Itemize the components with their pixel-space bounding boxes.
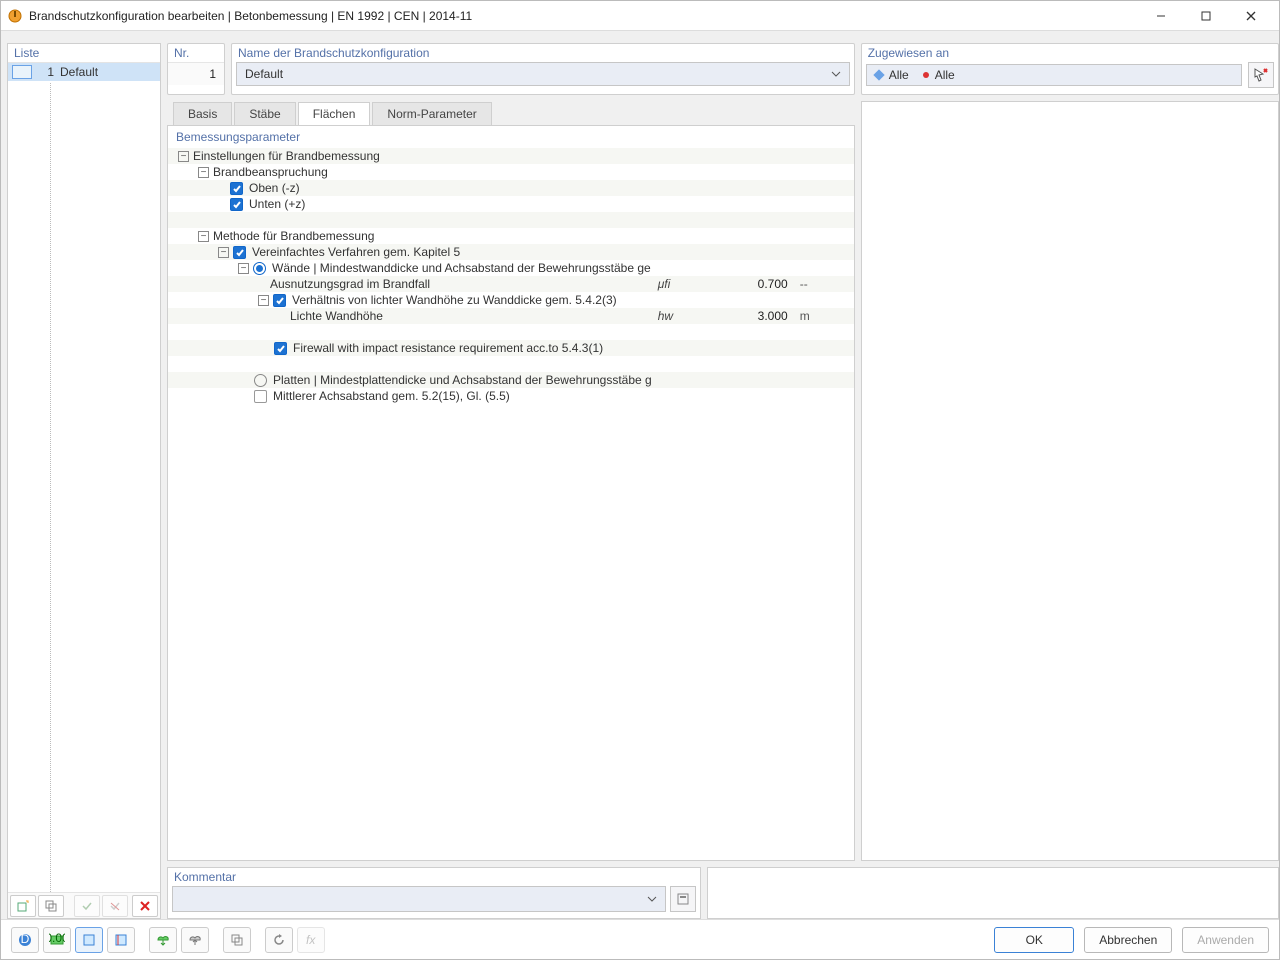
tab-norm-parameter[interactable]: Norm-Parameter (372, 102, 491, 125)
value-hw[interactable]: 3.000 (722, 309, 794, 323)
preview-panel (861, 101, 1279, 861)
apply-button[interactable]: Anwenden (1182, 927, 1269, 953)
tab-basis[interactable]: Basis (173, 102, 232, 125)
comment-header: Kommentar (168, 868, 700, 886)
checkbox-mean-axis[interactable] (254, 390, 267, 403)
value-mu-fi[interactable]: 0.700 (722, 277, 794, 291)
comment-pick-button[interactable] (670, 886, 696, 912)
tab-stabe[interactable]: Stäbe (234, 102, 295, 125)
checkbox-firewall[interactable] (274, 342, 287, 355)
list-item-color-icon (12, 65, 32, 79)
comment-combo[interactable] (172, 886, 666, 912)
new-item-button[interactable] (10, 895, 36, 917)
cancel-button[interactable]: Abbrechen (1084, 927, 1172, 953)
checkbox-oben[interactable] (230, 182, 243, 195)
name-combo[interactable]: Default (236, 62, 850, 86)
checkbox-simplified[interactable] (233, 246, 246, 259)
list-item-number: 1 (40, 65, 54, 79)
list-body[interactable]: 1 Default (8, 63, 160, 892)
window-title: Brandschutzkonfiguration bearbeiten | Be… (29, 9, 1138, 23)
parameter-tree[interactable]: −Einstellungen für Brandbemessung −Brand… (168, 148, 854, 860)
footer-import-button[interactable] (181, 927, 209, 953)
svg-text:D: D (21, 932, 30, 946)
name-header: Name der Brandschutzkonfiguration (232, 44, 854, 62)
exclude-button[interactable] (102, 895, 128, 917)
footer-fx-button[interactable]: fx (297, 927, 325, 953)
collapse-icon[interactable]: − (198, 167, 209, 178)
close-button[interactable] (1228, 2, 1273, 30)
assigned-field[interactable]: Alle Alle (866, 64, 1242, 86)
nr-header: Nr. (168, 44, 224, 62)
footer-export-button[interactable] (149, 927, 177, 953)
delete-item-button[interactable] (132, 895, 158, 917)
svg-text:fx: fx (306, 933, 316, 947)
svg-text:0.00: 0.00 (49, 932, 65, 945)
assigned-header: Zugewiesen an (862, 44, 1278, 62)
tab-flachen[interactable]: Flächen (298, 102, 371, 125)
minimize-button[interactable] (1138, 2, 1183, 30)
app-icon (7, 8, 23, 24)
assigned-value-2: Alle (935, 68, 955, 82)
copy-item-button[interactable] (38, 895, 64, 917)
footer-units-button[interactable]: 0.00 (43, 927, 71, 953)
name-value: Default (245, 67, 283, 81)
chevron-down-icon (831, 69, 841, 79)
footer-view1-button[interactable] (75, 927, 103, 953)
list-item[interactable]: 1 Default (8, 63, 160, 81)
radio-walls[interactable] (253, 262, 266, 275)
include-button[interactable] (74, 895, 100, 917)
collapse-icon[interactable]: − (178, 151, 189, 162)
maximize-button[interactable] (1183, 2, 1228, 30)
collapse-icon[interactable]: − (198, 231, 209, 242)
footer-copy-button[interactable] (223, 927, 251, 953)
ok-button[interactable]: OK (994, 927, 1074, 953)
list-header: Liste (8, 44, 160, 63)
collapse-icon[interactable]: − (238, 263, 249, 274)
checkbox-unten[interactable] (230, 198, 243, 211)
dot-icon (923, 72, 929, 78)
collapse-icon[interactable]: − (218, 247, 229, 258)
nr-value[interactable]: 1 (168, 62, 224, 85)
footer-reset-button[interactable] (265, 927, 293, 953)
footer-calc-button[interactable]: D (11, 927, 39, 953)
chevron-down-icon (647, 894, 657, 904)
footer-view2-button[interactable] (107, 927, 135, 953)
info-panel (707, 867, 1279, 919)
assigned-select-button[interactable] (1248, 62, 1274, 88)
assign-type-icon (873, 69, 884, 80)
params-header: Bemessungsparameter (168, 126, 854, 148)
assigned-value-1: Alle (889, 68, 909, 82)
list-item-label: Default (60, 65, 98, 79)
collapse-icon[interactable]: − (258, 295, 269, 306)
checkbox-ratio[interactable] (273, 294, 286, 307)
radio-plates[interactable] (254, 374, 267, 387)
